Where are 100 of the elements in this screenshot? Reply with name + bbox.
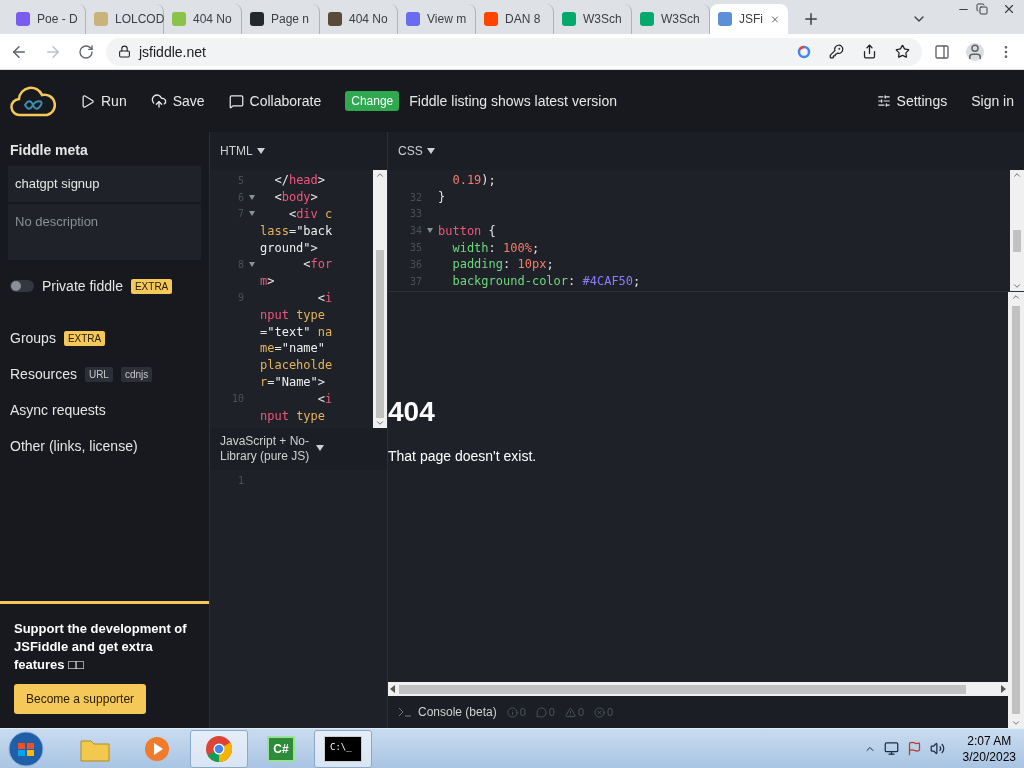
play-icon: [80, 93, 95, 109]
scroll-down-icon[interactable]: [1011, 718, 1021, 728]
scroll-up-icon[interactable]: [1012, 170, 1022, 180]
code-line: m>: [260, 274, 275, 289]
fold-icon[interactable]: [249, 211, 255, 217]
section-title: Fiddle meta: [9, 141, 89, 160]
fold-icon[interactable]: [427, 228, 433, 234]
bookmark-star-icon[interactable]: [895, 44, 910, 59]
scrollbar[interactable]: [1010, 170, 1024, 291]
sign-in-link[interactable]: Sign in: [971, 93, 1014, 109]
scrollbar[interactable]: [388, 682, 1008, 696]
scroll-down-icon[interactable]: [375, 418, 385, 428]
code-line: <i: [316, 391, 333, 406]
scroll-down-icon[interactable]: [1012, 281, 1022, 291]
code-line: nput type: [260, 408, 326, 423]
caret-icon: [256, 148, 265, 154]
code-line: lass="back: [260, 223, 333, 238]
code-line: nput type: [260, 307, 326, 322]
profile-icon[interactable]: [966, 42, 984, 61]
google-icon: [797, 44, 811, 59]
restore-icon[interactable]: [976, 3, 988, 15]
cloud-upload-icon: [150, 93, 167, 109]
clock[interactable]: 2:07 AM 3/20/2023: [962, 732, 1016, 765]
csharp-icon[interactable]: C#: [267, 735, 295, 762]
code-line: button {: [438, 223, 496, 238]
error-icon: [594, 706, 606, 718]
panel-label[interactable]: HTML: [220, 144, 253, 158]
logo-icon[interactable]: [10, 85, 56, 117]
code-line: }: [438, 190, 446, 205]
reload-icon[interactable]: [78, 43, 94, 60]
code-line: ="text" na: [260, 324, 333, 339]
code-line: padding: 10px;: [451, 257, 554, 272]
toggle-label: Private fiddle: [42, 278, 123, 294]
code-line: width: 100%;: [451, 240, 540, 255]
scroll-up-icon[interactable]: [1011, 292, 1021, 302]
new-tab-icon[interactable]: [802, 10, 820, 28]
code-line: r="Name">: [260, 374, 326, 389]
message-icon: [535, 706, 547, 718]
network-icon[interactable]: [883, 741, 899, 756]
volume-icon[interactable]: [929, 741, 945, 756]
supporter-button[interactable]: Become a supporter: [14, 684, 147, 714]
code-line: <i: [316, 290, 333, 305]
console-tab[interactable]: Console (beta): [398, 705, 497, 719]
page-heading: 404: [388, 396, 436, 428]
sidebar-item[interactable]: Other (links, license): [10, 438, 138, 454]
scroll-thumb[interactable]: [1013, 230, 1021, 252]
caret-icon: [426, 148, 435, 154]
warning-icon: [564, 706, 576, 718]
extra-badge: EXTRA: [130, 278, 173, 294]
address-bar[interactable]: jsfiddle.net: [106, 37, 922, 66]
support-text: Support the development of JSFiddle and get extra features □□: [14, 620, 188, 674]
code-line: <div c: [287, 207, 333, 221]
code-line: <for: [302, 257, 333, 272]
scrollbar[interactable]: [1008, 292, 1024, 728]
scroll-left-icon[interactable]: [390, 685, 395, 693]
terminal-icon[interactable]: C:\_: [324, 735, 362, 762]
code-line: <body>: [273, 190, 318, 205]
notice-text: Fiddle listing shows latest version: [409, 93, 618, 109]
sliders-icon: [876, 94, 891, 108]
page-text: That page doesn't exist.: [388, 448, 538, 464]
scroll-up-icon[interactable]: [375, 170, 385, 180]
chat-icon: [228, 93, 244, 109]
description-field[interactable]: No description: [8, 204, 201, 260]
code-line: me="name": [260, 341, 326, 356]
panel-label[interactable]: CSS: [398, 144, 423, 158]
url-text: jsfiddle.net: [139, 43, 206, 60]
code-line: ground">: [260, 240, 318, 255]
title-field[interactable]: chatgpt signup: [8, 166, 201, 202]
flag-icon[interactable]: [906, 741, 922, 756]
sidebar-item[interactable]: Async requests: [10, 402, 106, 418]
key-icon[interactable]: [829, 44, 844, 59]
sidebar-item[interactable]: Groups: [10, 330, 56, 346]
close-icon[interactable]: [1002, 2, 1016, 16]
code-line: 0.19);: [451, 173, 496, 188]
private-toggle[interactable]: [10, 280, 34, 292]
code-line: </head>: [273, 173, 326, 188]
browser-tab[interactable]: JSFi: [710, 4, 788, 34]
start-button[interactable]: [8, 730, 44, 767]
code-line: placeholde: [260, 358, 333, 373]
scrollbar[interactable]: [373, 170, 387, 428]
share-icon[interactable]: [862, 44, 877, 59]
lock-icon: [118, 45, 131, 58]
toolbar-button[interactable]: Run: [80, 93, 127, 109]
settings-button[interactable]: Settings: [876, 93, 948, 109]
scroll-right-icon[interactable]: [1001, 685, 1006, 693]
sidebar-item[interactable]: Resources: [10, 366, 77, 382]
fold-icon[interactable]: [249, 261, 255, 267]
side-panel-icon[interactable]: [934, 43, 950, 60]
resource-tag[interactable]: cdnjs: [120, 366, 153, 382]
extra-badge: EXTRA: [63, 330, 106, 346]
browser-icon[interactable]: [205, 734, 233, 763]
toolbar-button[interactable]: Collaborate: [228, 93, 322, 109]
info-icon: [506, 706, 518, 718]
media-player-icon[interactable]: [144, 735, 170, 762]
code-line: background-color: #4CAF50;: [451, 274, 641, 289]
toolbar-button[interactable]: Save: [150, 93, 205, 109]
resource-tag[interactable]: URL: [84, 366, 113, 382]
prompt-icon: [398, 707, 412, 717]
caret-icon: [316, 445, 324, 451]
fold-icon[interactable]: [249, 194, 255, 200]
